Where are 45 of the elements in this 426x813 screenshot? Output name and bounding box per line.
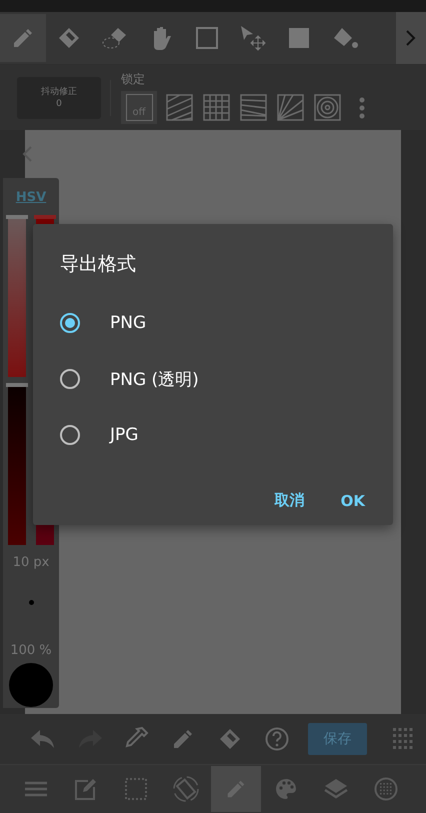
ok-button[interactable]: OK [332,485,373,516]
slider-thumb[interactable] [6,215,28,219]
menu-icon [25,781,47,797]
rotate-icon [173,776,199,802]
radial-ruler-icon [276,94,304,121]
layers-icon [324,778,348,800]
value-slider[interactable] [8,383,26,545]
format-option[interactable]: PNG (透明) [60,351,199,407]
selection-icon [125,778,147,800]
radio-button[interactable] [60,369,80,389]
chevron-left-icon[interactable] [21,145,33,163]
palette-icon [275,778,297,800]
lock-label: 锁定 [121,71,146,88]
eraser-icon [57,26,81,50]
format-option[interactable]: PNG [60,295,146,351]
dotted-circle-icon [374,777,398,801]
grid-ruler-icon [202,94,230,121]
parallel-ruler-icon [166,94,192,121]
radio-button[interactable] [60,313,80,333]
lasso-eraser-icon [101,26,129,50]
brush-dot-icon [28,600,34,605]
radio-button[interactable] [60,425,80,445]
square-icon [195,26,219,50]
stabilizer-button[interactable]: 抖动修正 0 [17,76,101,118]
color-swatch[interactable] [9,663,53,707]
opacity-label: 100 % [10,643,52,658]
cancel-button[interactable]: 取消 [266,485,313,516]
pen-icon [225,778,247,800]
bucket-icon [332,26,358,50]
chevron-right-icon[interactable] [396,12,426,64]
perspective-ruler-icon [240,94,266,121]
dialog-title: 导出格式 [60,252,137,277]
edit-icon [75,778,97,800]
more-icon[interactable] [357,96,367,120]
pen-nav-button[interactable] [211,766,261,812]
slider-thumb[interactable] [34,215,56,219]
slider-thumb[interactable] [6,383,28,387]
pen-tool-button[interactable] [0,14,46,62]
saturation-slider[interactable] [8,215,26,377]
brush-size-label: 10 px [12,555,50,570]
move-icon [239,24,267,52]
filled-square-icon [287,26,311,50]
pen-icon [11,26,35,50]
concentric-ruler-icon [314,94,340,121]
format-option[interactable]: JPG [60,407,138,463]
